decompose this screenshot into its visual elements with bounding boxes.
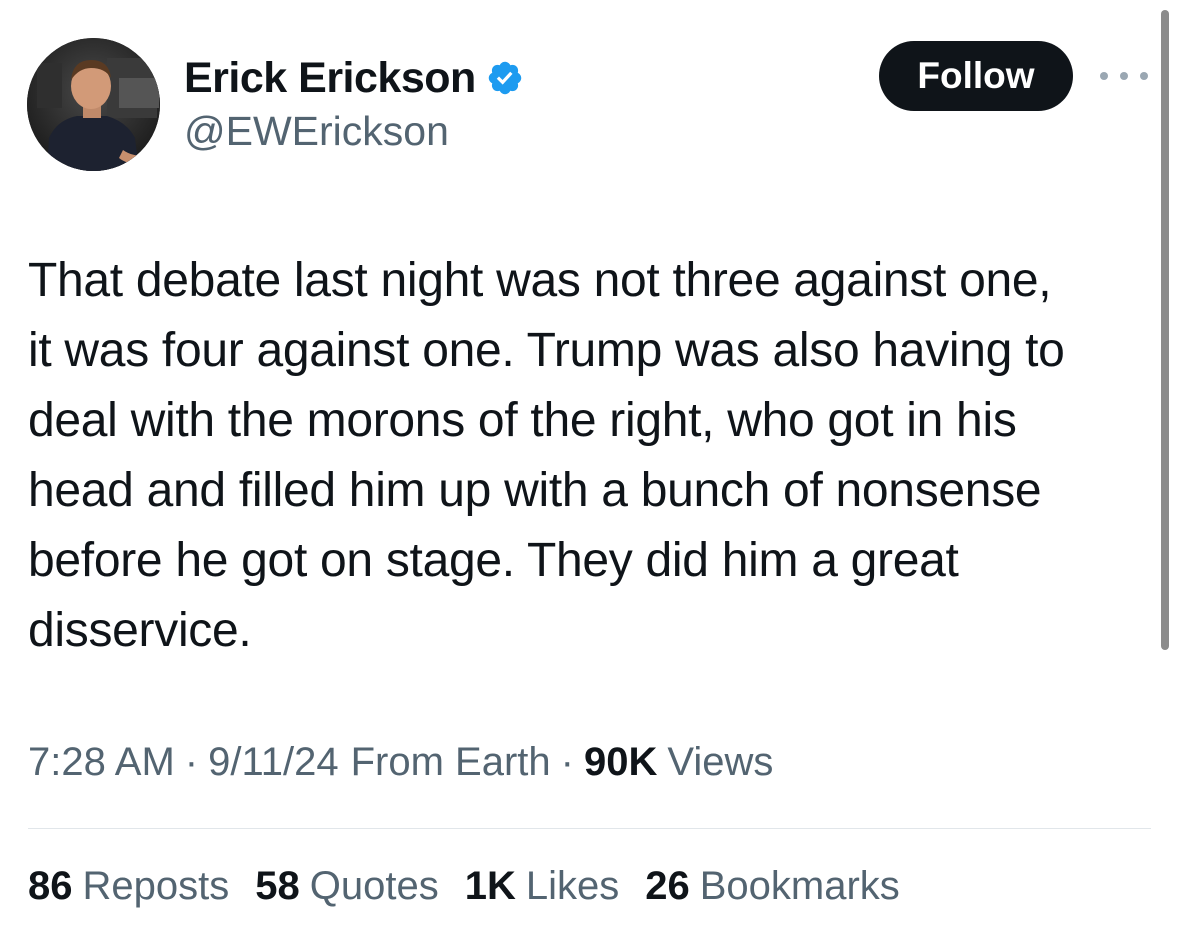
tweet-text-line: That debate last night was not three aga…	[28, 254, 1052, 307]
tweet-text: That debate last night was not three aga…	[28, 246, 1153, 666]
tweet-text-line: disservice.	[28, 604, 252, 657]
tweet-source: From Earth	[350, 740, 551, 784]
stat-label: Bookmarks	[699, 864, 900, 908]
stat-label: Quotes	[309, 864, 439, 908]
views-count[interactable]: 90K	[584, 740, 657, 785]
tweet-time[interactable]: 7:28 AM	[28, 740, 175, 785]
more-horizontal-icon[interactable]	[1100, 62, 1148, 90]
more-dot	[1120, 72, 1128, 80]
tweet-meta: 7:28 AM · 9/11/24 From Earth · 90K Views	[28, 740, 773, 785]
avatar-photo	[27, 38, 160, 171]
tweet-text-line: it was four against one. Trump was also …	[28, 324, 1065, 377]
stat-label: Likes	[525, 864, 620, 908]
tweet-stats: 86 Reposts 58 Quotes 1K Likes 26 Bookmar…	[28, 864, 926, 909]
meta-separator: ·	[560, 740, 574, 784]
more-dot	[1140, 72, 1148, 80]
scrollbar[interactable]	[1161, 10, 1169, 650]
author-name-row[interactable]: Erick Erickson	[184, 54, 524, 102]
stat-label: Reposts	[82, 864, 230, 908]
stat-count: 26	[645, 864, 690, 908]
tweet-text-line: before he got on stage. They did him a g…	[28, 534, 959, 587]
stat-likes[interactable]: 1K Likes	[465, 864, 620, 909]
tweet-card: Erick Erickson @EWErickson Follow That d…	[0, 0, 1179, 939]
meta-separator: ·	[184, 740, 199, 784]
stat-count: 58	[255, 864, 300, 908]
tweet-text-line: head and filled him up with a bunch of n…	[28, 464, 1042, 517]
stat-bookmarks[interactable]: 26 Bookmarks	[645, 864, 900, 909]
avatar[interactable]	[27, 38, 160, 171]
tweet-date[interactable]: 9/11/24	[208, 740, 339, 785]
tweet-text-line: deal with the morons of the right, who g…	[28, 394, 1017, 447]
follow-button[interactable]: Follow	[879, 41, 1073, 111]
author-handle[interactable]: @EWErickson	[184, 108, 449, 155]
author-display-name[interactable]: Erick Erickson	[184, 54, 476, 103]
stat-count: 86	[28, 864, 73, 908]
verified-badge-icon[interactable]	[486, 59, 524, 97]
stat-reposts[interactable]: 86 Reposts	[28, 864, 229, 909]
stat-count: 1K	[464, 864, 516, 908]
stat-quotes[interactable]: 58 Quotes	[255, 864, 438, 909]
divider	[28, 828, 1151, 829]
views-label[interactable]: Views	[667, 740, 773, 785]
more-dot	[1100, 72, 1108, 80]
